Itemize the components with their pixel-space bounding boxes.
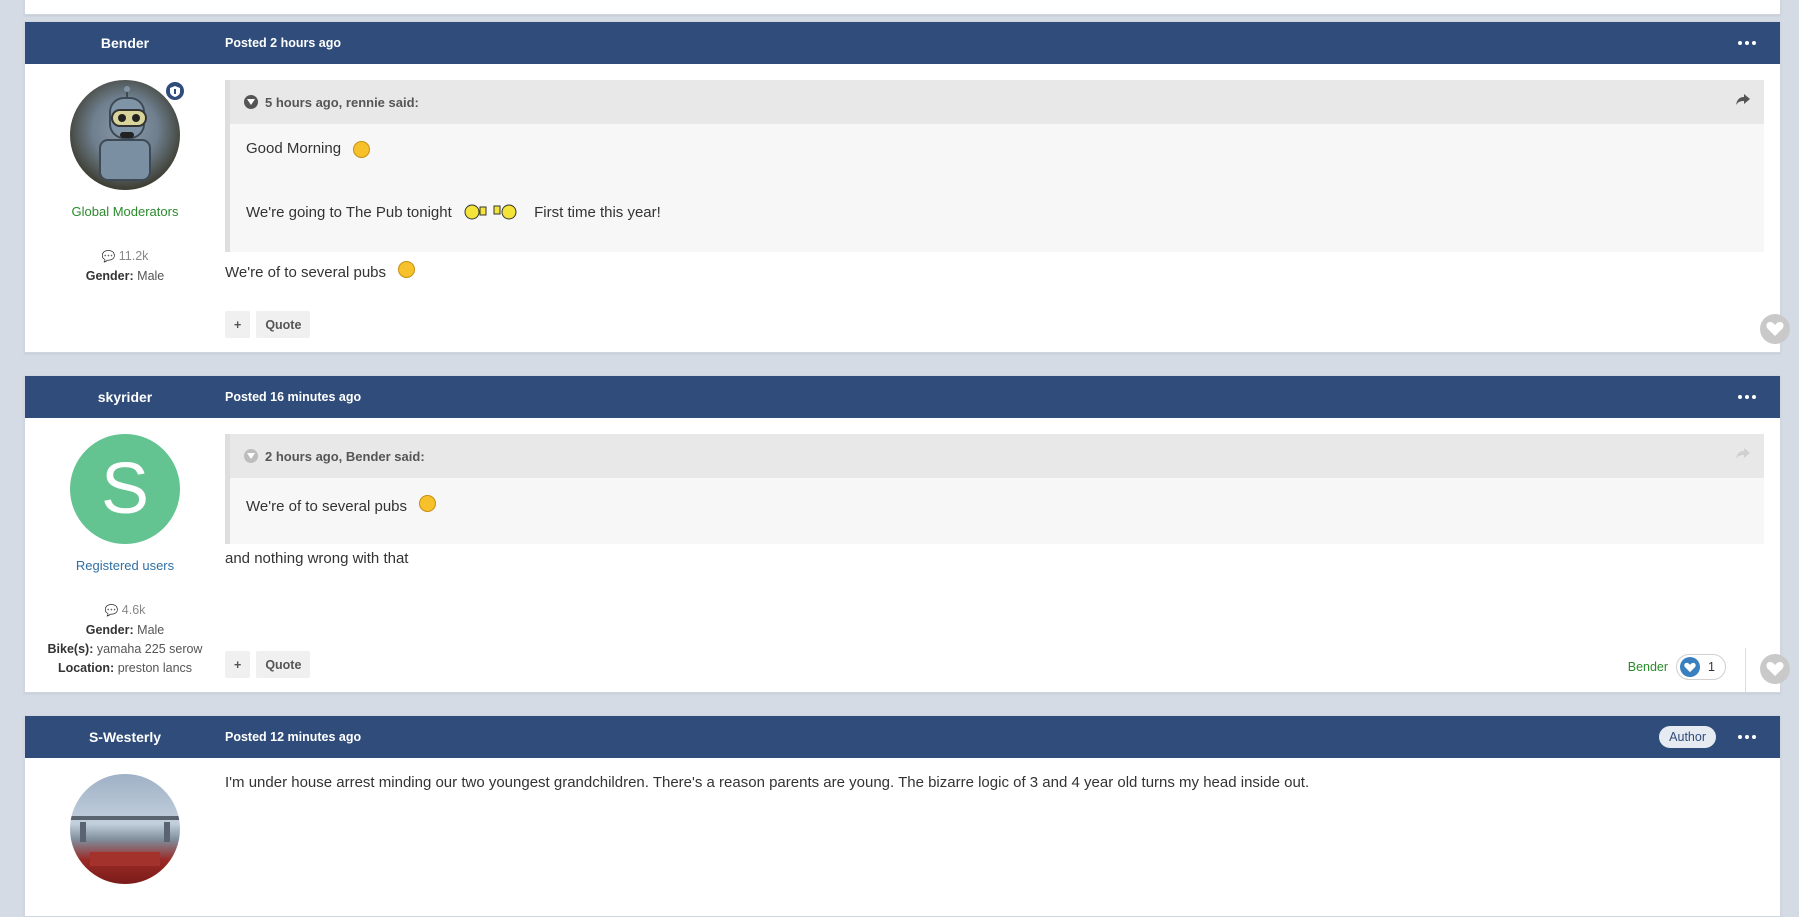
avatar[interactable] xyxy=(70,80,180,190)
multiquote-button[interactable]: + xyxy=(225,311,251,338)
post-header: Bender Posted 2 hours ago xyxy=(25,22,1780,64)
post-date[interactable]: Posted 12 minutes ago xyxy=(225,730,361,744)
collapse-toggle-icon[interactable] xyxy=(244,449,258,463)
post-s-westerly: S-Westerly Posted 12 minutes ago Author xyxy=(24,715,1781,917)
like-reaction-icon xyxy=(1680,657,1701,677)
author-name-link[interactable]: skyrider xyxy=(25,389,225,405)
post-content: 5 hours ago, rennie said: Good Morning W… xyxy=(225,64,1790,352)
post-date[interactable]: Posted 2 hours ago xyxy=(225,36,341,50)
comment-icon: 💬 xyxy=(104,605,119,617)
post-menu-icon[interactable] xyxy=(1738,395,1756,399)
avatar[interactable]: S xyxy=(70,434,180,544)
previous-post-end xyxy=(24,0,1781,15)
quote-text: First time this year! xyxy=(534,203,661,221)
author-info: S Registered users 💬 4.6k Gender: Male B… xyxy=(25,418,225,692)
quote-button[interactable]: Quote xyxy=(256,311,311,338)
gender-field: Gender: Male xyxy=(85,269,165,283)
author-info xyxy=(25,758,225,884)
moderator-shield-icon xyxy=(164,80,186,102)
post-skyrider: skyrider Posted 16 minutes ago S Registe… xyxy=(24,375,1790,693)
share-arrow-icon[interactable] xyxy=(1736,448,1750,463)
reaction-liker-link[interactable]: Bender xyxy=(1628,660,1668,674)
quote-header: 2 hours ago, Bender said: xyxy=(230,434,1764,478)
robot-avatar-icon xyxy=(99,86,151,181)
author-info: Global Moderators 💬 11.2k Gender: Male xyxy=(25,64,225,352)
avatar-letter: S xyxy=(100,449,150,529)
author-name-link[interactable]: Bender xyxy=(25,35,225,51)
quote-citation: 5 hours ago, rennie said: xyxy=(265,94,419,110)
grin-emoji-icon xyxy=(419,494,437,512)
gender-field: Gender: Male xyxy=(85,623,165,637)
quote-citation: 2 hours ago, Bender said: xyxy=(265,448,425,464)
post-text: We're of to several pubs xyxy=(225,264,387,281)
reaction-divider xyxy=(1745,648,1746,692)
like-heart-icon[interactable] xyxy=(1760,654,1790,684)
avatar[interactable] xyxy=(70,774,180,884)
ship-photo-icon xyxy=(70,816,180,866)
post-text: I'm under house arrest minding our two y… xyxy=(225,774,1310,791)
share-arrow-icon[interactable] xyxy=(1736,94,1750,109)
post-header: skyrider Posted 16 minutes ago xyxy=(25,376,1780,418)
user-group: Global Moderators xyxy=(71,204,179,219)
post-bender: Bender Posted 2 hours ago Global Moderat… xyxy=(24,21,1790,353)
post-text: and nothing wrong with that xyxy=(225,550,409,567)
quote-header: 5 hours ago, rennie said: xyxy=(230,80,1764,124)
grin-emoji-icon xyxy=(398,260,416,278)
post-content: 2 hours ago, Bender said: We're of to se… xyxy=(225,418,1790,692)
author-badge: Author xyxy=(1659,726,1716,748)
reaction-count-pill[interactable]: 1 xyxy=(1676,654,1726,680)
post-content: I'm under house arrest minding our two y… xyxy=(225,758,1780,884)
multiquote-button[interactable]: + xyxy=(225,651,251,678)
quote-text: We're of to several pubs xyxy=(246,498,408,515)
reactions: Bender 1 xyxy=(1628,654,1726,680)
quote-block: 5 hours ago, rennie said: Good Morning W… xyxy=(225,80,1764,252)
quote-block: 2 hours ago, Bender said: We're of to se… xyxy=(225,434,1764,544)
topic-feed: Bender Posted 2 hours ago Global Moderat… xyxy=(24,0,1790,917)
post-date[interactable]: Posted 16 minutes ago xyxy=(225,390,361,404)
post-count: 💬 4.6k xyxy=(104,603,146,617)
quote-text: Good Morning xyxy=(246,140,342,157)
bikes-field: Bike(s): yamaha 225 serow xyxy=(47,642,203,656)
post-menu-icon[interactable] xyxy=(1738,735,1756,739)
user-group[interactable]: Registered users xyxy=(25,558,225,573)
like-heart-icon[interactable] xyxy=(1760,314,1790,344)
pub-smileys-icon xyxy=(464,202,524,224)
grin-emoji-icon xyxy=(353,140,371,158)
quote-button[interactable]: Quote xyxy=(256,651,311,678)
post-menu-icon[interactable] xyxy=(1738,41,1756,45)
author-stats: 💬 11.2k Gender: Male xyxy=(25,247,225,286)
author-name-link[interactable]: S-Westerly xyxy=(25,729,225,745)
collapse-toggle-icon[interactable] xyxy=(244,95,258,109)
location-field: Location: preston lancs xyxy=(57,661,193,675)
quote-content: We're of to several pubs xyxy=(230,478,1764,544)
author-stats: 💬 4.6k Gender: Male Bike(s): yamaha 225 … xyxy=(25,601,225,678)
reaction-count: 1 xyxy=(1708,660,1715,674)
post-count: 💬 11.2k xyxy=(101,249,149,263)
quote-content: Good Morning We're going to The Pub toni… xyxy=(230,124,1764,252)
post-header: S-Westerly Posted 12 minutes ago Author xyxy=(25,716,1780,758)
comment-icon: 💬 xyxy=(101,251,116,263)
quote-text: We're going to The Pub tonight xyxy=(246,203,452,221)
